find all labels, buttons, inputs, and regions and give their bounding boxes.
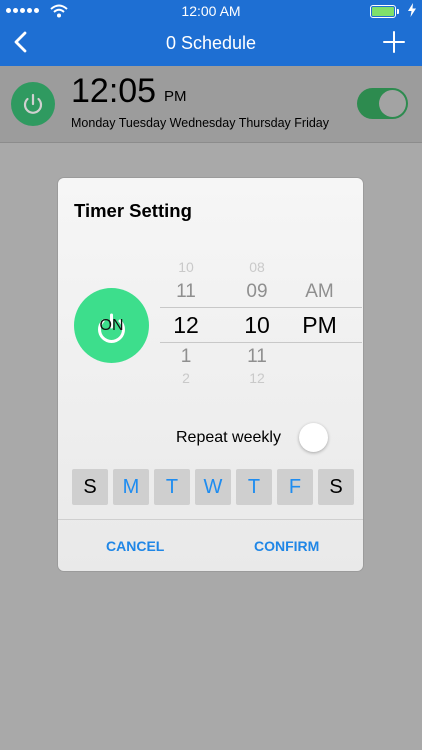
minute-option[interactable]: 09 [230, 281, 284, 303]
charging-icon [408, 3, 416, 17]
schedule-toggle[interactable] [357, 88, 408, 119]
day-button-monday[interactable]: M [113, 469, 149, 505]
cancel-button[interactable]: CANCEL [106, 538, 164, 554]
confirm-button[interactable]: CONFIRM [254, 538, 319, 554]
status-time: 12:00 AM [181, 3, 241, 19]
day-selector: S M T W T F S [72, 469, 354, 505]
minute-option[interactable]: 12 [230, 370, 284, 386]
hour-option[interactable]: 10 [160, 259, 212, 275]
hour-selected[interactable]: 12 [160, 312, 212, 339]
divider [58, 519, 363, 520]
hour-option[interactable]: 11 [160, 281, 212, 303]
dialog-title: Timer Setting [74, 200, 192, 221]
ampm-selected[interactable]: PM [292, 312, 347, 339]
time-picker[interactable]: 10 11 12 1 2 08 09 10 11 12 AM PM [160, 256, 362, 388]
ampm-option[interactable]: AM [292, 281, 347, 303]
plus-icon[interactable] [382, 30, 406, 54]
page-title: 0 Schedule [165, 33, 257, 53]
hour-option[interactable]: 1 [160, 346, 212, 368]
hour-wheel[interactable]: 10 11 12 1 2 [160, 256, 212, 388]
day-button-friday[interactable]: F [277, 469, 313, 505]
status-bar: 12:00 AM [0, 0, 422, 22]
day-button-thursday[interactable]: T [236, 469, 272, 505]
power-icon[interactable] [11, 82, 55, 126]
minute-option[interactable]: 11 [230, 346, 284, 368]
navigation-bar: 12:00 AM 0 Schedule [0, 0, 422, 66]
timer-setting-dialog: Timer Setting ON 10 11 12 1 2 08 09 10 1… [58, 178, 363, 571]
hour-option[interactable]: 2 [160, 370, 212, 386]
schedule-row[interactable]: 12:05 PM Monday Tuesday Wednesday Thursd… [0, 66, 422, 143]
minute-wheel[interactable]: 08 09 10 11 12 [230, 256, 284, 388]
schedule-time: 12:05 [71, 72, 157, 110]
schedule-ampm: PM [164, 88, 187, 105]
minute-option[interactable]: 08 [230, 259, 284, 275]
schedule-days: Monday Tuesday Wednesday Thursday Friday [71, 116, 330, 130]
power-on-button[interactable]: ON [74, 288, 149, 363]
repeat-weekly-label: Repeat weekly [176, 429, 281, 446]
battery-icon [370, 5, 399, 18]
repeat-weekly-switch[interactable] [299, 423, 328, 452]
day-button-saturday[interactable]: S [318, 469, 354, 505]
ampm-wheel[interactable]: AM PM [292, 256, 347, 388]
day-button-tuesday[interactable]: T [154, 469, 190, 505]
day-button-sunday[interactable]: S [72, 469, 108, 505]
minute-selected[interactable]: 10 [230, 312, 284, 339]
day-button-wednesday[interactable]: W [195, 469, 231, 505]
power-label: ON [99, 317, 124, 334]
